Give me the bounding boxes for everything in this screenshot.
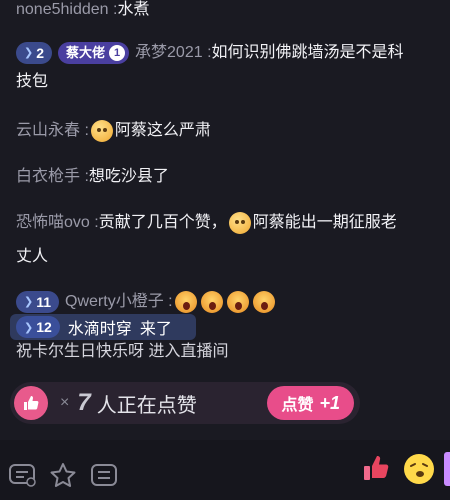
gift-icon-partial[interactable] [444,452,450,486]
chat-message: 恐怖喵ovo :贡献了几百个赞， 阿蔡能出一期征服老 [16,209,450,237]
like-button[interactable]: 点赞 +1 [267,386,354,420]
like-bar: × 7 人正在点赞 点赞 +1 [10,382,360,424]
chat-message: ❯ 11 Qwerty小橙子 : [16,288,450,316]
user-level-badge[interactable]: ❯ 11 [16,290,60,313]
thumbs-up-icon[interactable] [14,386,48,420]
chevron-down-icon: ❯ [24,321,34,334]
chevron-down-icon: ❯ [24,46,34,59]
chat-message: 云山永春 : 阿蔡这么严肃 [16,117,450,145]
chat-text: 贡献了几百个赞， [98,214,227,231]
chat-list: none5hidden :水煮 ❯ 2 蔡大佬 1 承梦2021 :如何识别佛跳… [0,0,450,440]
chevron-down-icon: ❯ [24,295,34,308]
emoji-face-icon[interactable] [402,452,436,486]
user-level: 11 [36,293,52,310]
chat-bubble-icon[interactable] [8,462,38,488]
entry-username[interactable]: 水滴时穿 [68,315,132,339]
chat-message-continuation: 丈人 [16,243,450,271]
like-status-text: 人正在点赞 [96,394,197,417]
chat-text: 想吃沙县了 [88,168,169,185]
fan-club-badge[interactable]: 蔡大佬 1 [58,41,130,64]
entry-notice: ❯ 12 水滴时穿 来了 [10,314,196,340]
chat-text: 丈人 [16,248,49,265]
chat-text: 如何识别佛跳墙汤是不是科 [211,44,404,61]
scream-emoji-icon [226,290,249,313]
chat-username[interactable]: 承梦2021 [135,44,203,61]
user-level: 12 [36,319,52,335]
fan-club-level: 1 [109,44,126,61]
list-icon[interactable] [90,462,120,488]
chat-message: ❯ 2 蔡大佬 1 承梦2021 :如何识别佛跳墙汤是不是科 [16,39,450,67]
scream-emoji-icon [252,290,275,313]
entry-text: 来了 [139,321,172,338]
star-icon[interactable] [48,462,78,488]
fan-club-name: 蔡大佬 [66,44,106,60]
like-count: 7 [77,389,91,416]
chat-text: 水煮 [117,1,150,18]
scream-emoji-icon [200,290,223,313]
chat-username[interactable]: 白衣枪手 [16,168,80,185]
chat-username[interactable]: 恐怖喵ovo [16,214,90,231]
chat-username[interactable]: 云山永春 [16,122,80,139]
like-button-plus: +1 [319,392,340,413]
like-multiplier: × [60,394,70,411]
user-level: 2 [36,44,45,61]
system-message: 祝卡尔生日快乐呀 进入直播间 [16,338,450,366]
chat-text: 阿蔡能出一期征服老 [252,214,397,231]
chat-colon: : [168,293,173,310]
system-text: 祝卡尔生日快乐呀 进入直播间 [16,343,229,360]
user-level-badge[interactable]: ❯ 2 [16,41,53,64]
chat-username[interactable]: Qwerty小橙子 [65,293,164,310]
chat-username[interactable]: none5hidden [16,1,109,18]
user-level-badge[interactable]: ❯ 12 [16,316,60,338]
chat-message: 白衣枪手 :想吃沙县了 [16,163,450,191]
chat-colon: : [84,122,89,139]
doge-emoji-icon [228,211,251,234]
chat-text: 阿蔡这么严肃 [114,122,211,139]
doge-emoji-icon [90,119,113,142]
chat-message: none5hidden :水煮 [16,0,450,24]
chat-text: 技包 [16,73,49,90]
like-button-label: 点赞 [281,397,314,414]
like-gift-icon[interactable] [360,452,394,486]
thumbs-up-glyph [24,396,39,410]
chat-message-continuation: 技包 [16,68,450,96]
scream-emoji-icon [174,290,197,313]
